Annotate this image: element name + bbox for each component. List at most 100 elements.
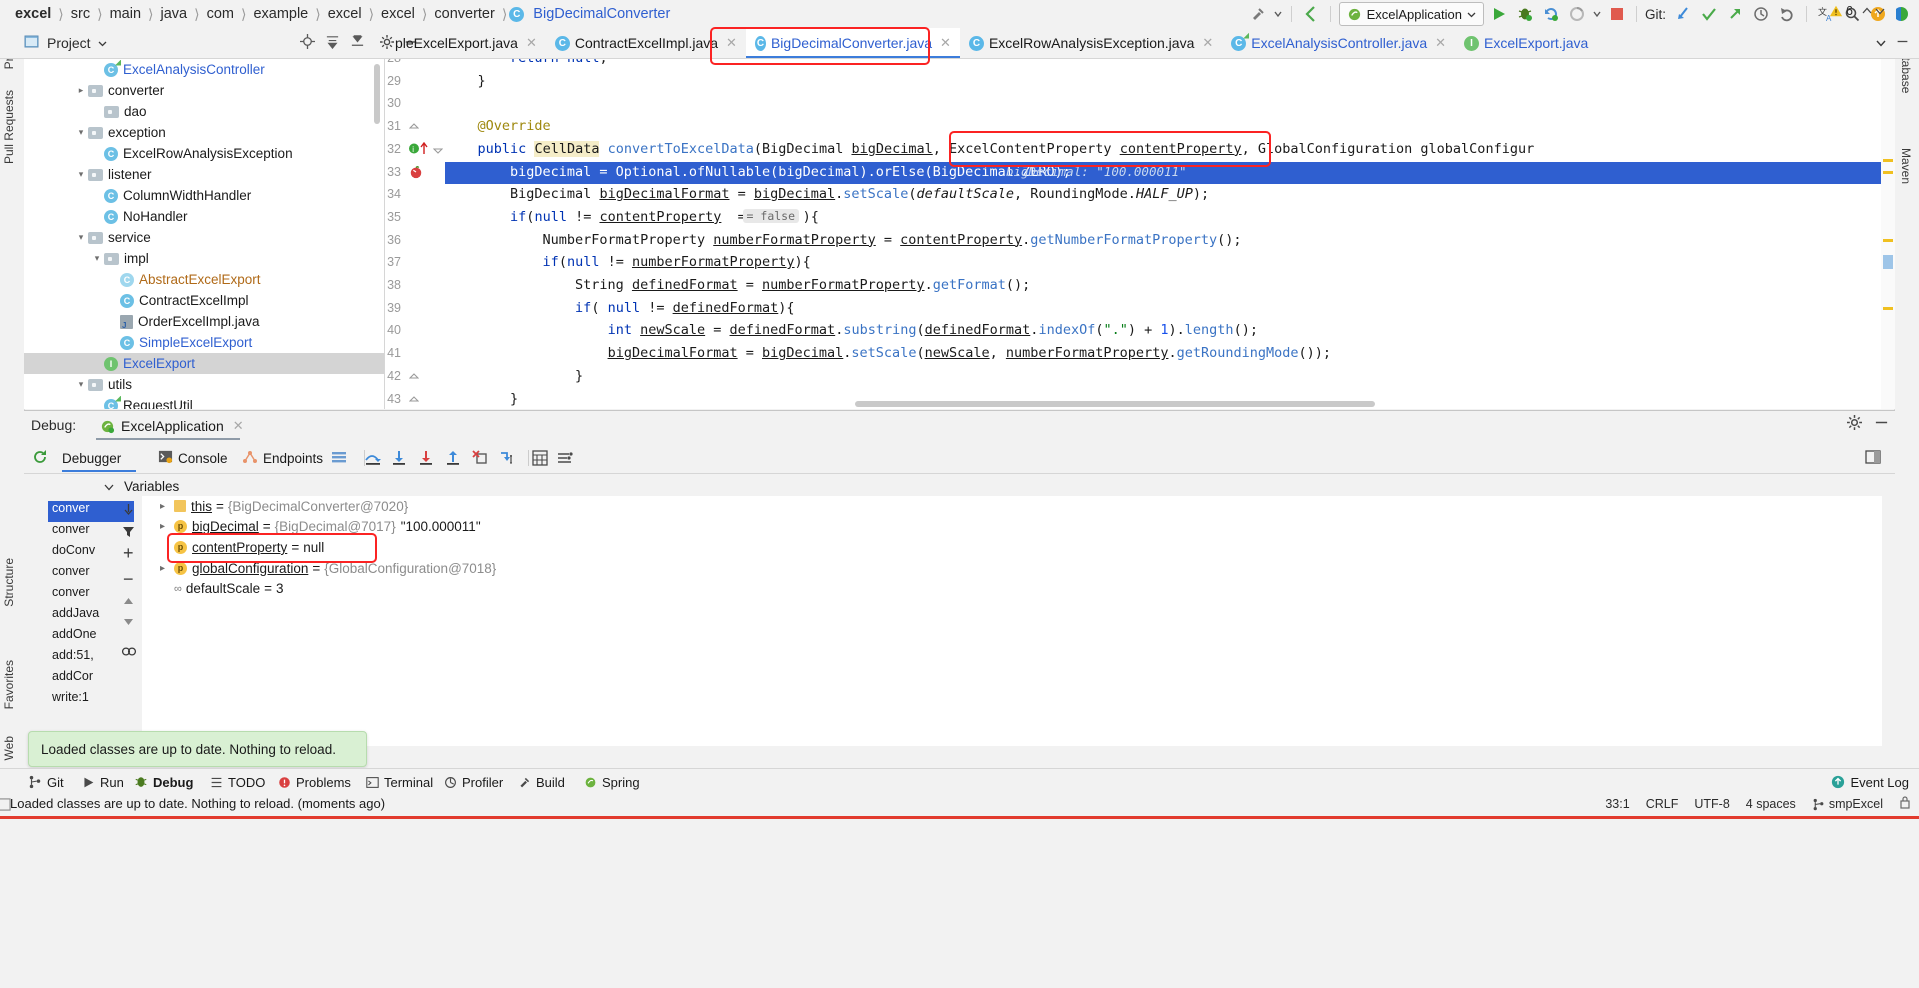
move-up-icon[interactable] — [122, 595, 135, 611]
collapse-all-icon[interactable] — [350, 34, 365, 52]
tree-item-columnwidthhandler[interactable]: C ColumnWidthHandler — [24, 185, 384, 206]
tree-item-exception[interactable]: ▾ exception — [24, 122, 384, 143]
history-icon[interactable] — [1750, 3, 1772, 25]
hammer-icon[interactable] — [1247, 3, 1269, 25]
git-update-icon[interactable] — [1672, 3, 1694, 25]
bottom-item-terminal[interactable]: Terminal — [366, 769, 433, 795]
tree-item-excelanalysiscontroller[interactable]: C ExcelAnalysisController — [24, 59, 384, 80]
hide-panel-icon[interactable] — [1874, 415, 1889, 433]
tree-item-impl[interactable]: ▾ impl — [24, 248, 384, 269]
tab-endpoints[interactable]: Endpoints — [242, 446, 323, 470]
step-into-icon[interactable] — [391, 450, 407, 469]
code-area[interactable]: return null; } @Override public CellData… — [385, 59, 1895, 407]
variable-row[interactable]: ∞ defaultScale = 3 — [142, 578, 1882, 599]
chevron-down-icon[interactable]: ▾ — [74, 232, 88, 243]
lock-icon[interactable] — [1899, 796, 1911, 812]
tree-item-simpleexcelexport[interactable]: C SimpleExcelExport — [24, 332, 384, 353]
run-configuration-selector[interactable]: ExcelApplication — [1338, 2, 1484, 26]
tab-contract-excel-impl[interactable]: C ContractExcelImpl.java ✕ — [546, 28, 746, 58]
chevron-right-icon[interactable]: ▸ — [74, 85, 88, 96]
git-branch-indicator[interactable]: smpExcel — [1812, 797, 1883, 811]
mute-breakpoints-icon[interactable] — [331, 450, 347, 467]
breadcrumb-item-4[interactable]: com — [202, 6, 239, 22]
layout-settings-icon[interactable] — [1865, 450, 1881, 469]
back-arrow-icon[interactable] — [1300, 3, 1322, 25]
chevron-down-icon[interactable] — [1273, 3, 1283, 25]
tree-item-converter[interactable]: ▸ converter — [24, 80, 384, 101]
step-out-icon[interactable] — [445, 450, 461, 469]
code-line[interactable]: return null; — [445, 59, 608, 70]
run-to-cursor-icon[interactable] — [499, 450, 515, 469]
breadcrumb-item-5[interactable]: example — [248, 6, 313, 22]
bottom-item-git[interactable]: Git — [28, 769, 64, 795]
caret-marker[interactable] — [1883, 255, 1893, 269]
chevron-down-icon[interactable]: ▾ — [74, 169, 88, 180]
variable-row[interactable]: ▸ this = {BigDecimalConverter@7020} — [142, 496, 1882, 517]
file-encoding[interactable]: UTF-8 — [1694, 797, 1729, 811]
breadcrumb-item-2[interactable]: main — [105, 6, 146, 22]
bottom-item-build[interactable]: Build — [518, 769, 565, 795]
editor-marker-bar[interactable] — [1881, 59, 1895, 409]
tab-excel-export[interactable]: I ExcelExport.java — [1455, 28, 1597, 58]
sidebar-item-favorites[interactable]: Favorites — [2, 660, 16, 709]
frame-item[interactable]: addCor — [48, 669, 134, 690]
warning-marker[interactable] — [1883, 171, 1893, 174]
breadcrumb-item-7[interactable]: excel — [376, 6, 420, 22]
frame-item[interactable]: write:1 — [48, 690, 134, 711]
evaluate-icon[interactable] — [532, 450, 548, 469]
tree-item-excelexport[interactable]: I ExcelExport — [24, 353, 384, 374]
inspection-warning-badge[interactable]: 6 — [1829, 4, 1885, 18]
warning-marker[interactable] — [1883, 307, 1893, 310]
frame-item[interactable]: doConv — [48, 543, 134, 564]
chevron-down-icon[interactable]: ▾ — [74, 379, 88, 390]
line-separator[interactable]: CRLF — [1646, 797, 1679, 811]
chevron-right-icon[interactable]: ▸ — [160, 521, 174, 532]
bottom-item-profiler[interactable]: Profiler — [444, 769, 503, 795]
code-line[interactable]: bigDecimalFormat = bigDecimal.setScale(n… — [445, 342, 1331, 365]
move-down-icon[interactable] — [122, 615, 135, 631]
tab-console[interactable]: Console — [158, 446, 228, 470]
sidebar-item-pull-requests[interactable]: Pull Requests — [2, 90, 16, 164]
drop-frame-icon[interactable] — [472, 450, 488, 469]
coverage-icon[interactable] — [1566, 3, 1588, 25]
gear-icon[interactable] — [1847, 415, 1862, 433]
close-icon[interactable]: ✕ — [1202, 35, 1213, 51]
variables-pane[interactable]: ▸ this = {BigDecimalConverter@7020} ▸ p bigDec… — [142, 496, 1882, 746]
ai-icon[interactable] — [1893, 3, 1915, 25]
filter-icon[interactable] — [122, 525, 135, 541]
code-line[interactable]: if(null != numberFormatProperty){ — [445, 251, 811, 274]
oo-toggle-icon[interactable] — [121, 645, 137, 661]
stop-icon[interactable] — [1606, 3, 1628, 25]
settings-icon[interactable] — [557, 450, 573, 469]
tree-item-contractexcelimpl[interactable]: C ContractExcelImpl — [24, 290, 384, 311]
add-watch-icon[interactable]: + — [123, 544, 134, 562]
tab-excel-analysis-controller[interactable]: C ExcelAnalysisController.java ✕ — [1222, 28, 1455, 58]
git-commit-icon[interactable] — [1698, 3, 1720, 25]
code-line[interactable]: } — [445, 365, 583, 388]
breadcrumb-item-6[interactable]: excel — [323, 6, 367, 22]
tab-debugger[interactable]: Debugger — [62, 446, 121, 470]
tree-item-listener[interactable]: ▾ listener — [24, 164, 384, 185]
remove-watch-icon[interactable]: − — [123, 570, 134, 588]
variable-row[interactable]: p contentProperty = null — [142, 537, 1882, 558]
tree-item-dao[interactable]: dao — [24, 101, 384, 122]
code-line[interactable]: public CellData convertToExcelData(BigDe… — [445, 138, 1534, 161]
chevron-right-icon[interactable]: ▸ — [160, 501, 174, 512]
tree-item-service[interactable]: ▾ service — [24, 227, 384, 248]
chevron-right-icon[interactable]: ▸ — [160, 563, 174, 574]
code-line[interactable]: int newScale = definedFormat.substring(d… — [445, 319, 1258, 342]
tree-item-abstractexcelexport[interactable]: C AbstractExcelExport — [24, 269, 384, 290]
tree-item-orderexcelimpl-java[interactable]: OrderExcelImpl.java — [24, 311, 384, 332]
bottom-item-run[interactable]: Run — [82, 769, 124, 795]
debug-icon[interactable] — [1514, 3, 1536, 25]
code-editor[interactable]: 28293031323334353637383940414243i return… — [385, 59, 1895, 409]
project-tree-scrollbar[interactable] — [374, 64, 380, 124]
code-line[interactable]: bigDecimal = Optional.ofNullable(bigDeci… — [445, 161, 1071, 184]
close-icon[interactable]: ✕ — [940, 35, 951, 51]
close-icon[interactable]: ✕ — [1435, 35, 1446, 51]
breadcrumb-item-3[interactable]: java — [155, 6, 192, 22]
editor-horizontal-scrollbar[interactable] — [855, 401, 1375, 407]
locate-icon[interactable] — [300, 34, 315, 52]
run-icon[interactable] — [1488, 3, 1510, 25]
chevron-down-icon[interactable] — [98, 36, 107, 51]
